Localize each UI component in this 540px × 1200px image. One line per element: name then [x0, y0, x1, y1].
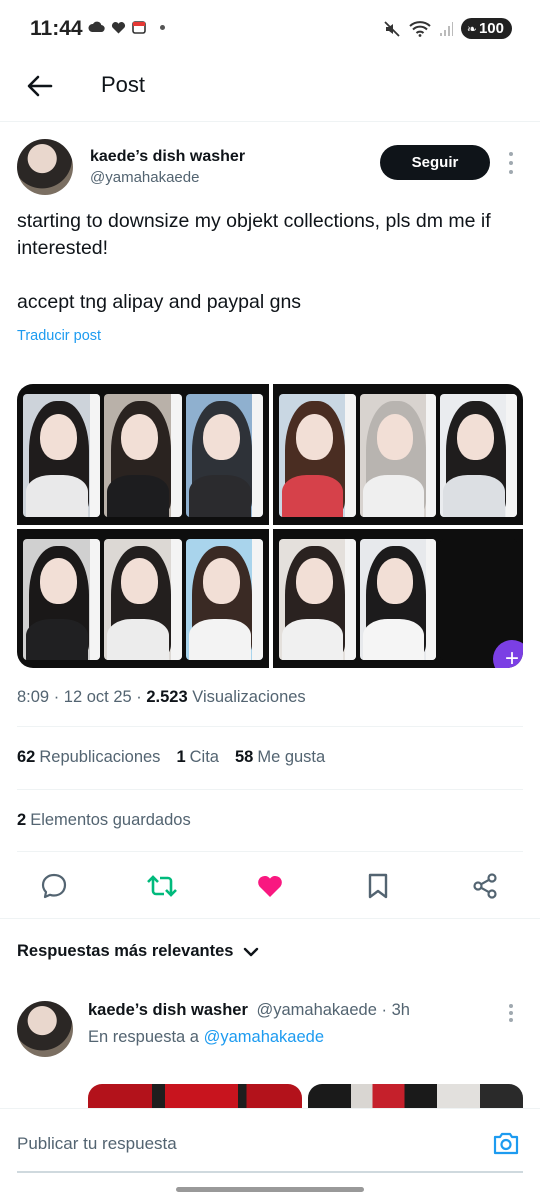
divider: [17, 726, 523, 727]
media-image-4[interactable]: +: [273, 529, 523, 668]
home-indicator[interactable]: [176, 1187, 364, 1192]
wifi-icon: [409, 21, 431, 37]
media-image-1[interactable]: [17, 384, 269, 525]
camera-button[interactable]: [490, 1127, 522, 1159]
speech-bubble-icon: [41, 873, 67, 899]
status-bar: 11:44 ❧ 100: [0, 0, 540, 60]
share-icon: [473, 873, 497, 899]
mute-icon: [384, 20, 400, 37]
back-arrow-icon: [27, 75, 53, 97]
photocard: [23, 394, 101, 517]
photocard: [279, 394, 356, 517]
engagement-stats: 62 Republicaciones 1 Cita 58 Me gusta: [17, 748, 325, 767]
reply-input[interactable]: [17, 1129, 477, 1159]
photocard: [185, 539, 263, 660]
author-avatar[interactable]: [17, 139, 73, 195]
repost-button[interactable]: [146, 870, 178, 902]
like-button[interactable]: [254, 870, 286, 902]
views-label: Visualizaciones: [192, 688, 306, 706]
replies-sort-dropdown[interactable]: Respuestas más relevantes: [17, 942, 259, 961]
camera-icon: [493, 1132, 519, 1155]
battery-indicator: ❧ 100: [460, 18, 512, 39]
quotes-count: 1: [176, 748, 186, 766]
reply-author-name[interactable]: kaede’s dish washer: [88, 1001, 248, 1019]
post-text: starting to downsize my objekt collectio…: [17, 210, 491, 313]
photocard: [104, 394, 182, 517]
bookmark-button[interactable]: [362, 870, 394, 902]
share-button[interactable]: [469, 870, 501, 902]
top-app-bar: Post: [0, 60, 540, 122]
post-meta: 8:09 · 12 oct 25 · 2.523 Visualizaciones: [17, 688, 306, 706]
bookmarks-stat[interactable]: 2 Elementos guardados: [17, 811, 191, 830]
heart-icon: [258, 875, 282, 897]
battery-level: 100: [478, 20, 504, 37]
photocard: [185, 394, 263, 517]
photocard: [279, 539, 356, 660]
author-handle[interactable]: @yamahakaede: [90, 169, 199, 186]
post-time: 8:09: [17, 688, 50, 706]
translate-post-link[interactable]: Traducir post: [17, 328, 101, 344]
repost-icon: [147, 875, 177, 897]
quotes-label: Cita: [189, 748, 219, 766]
photocard: [359, 394, 437, 517]
photocard: [359, 539, 437, 660]
reply-more-icon[interactable]: [507, 1004, 515, 1022]
reply-to-prefix: En respuesta a: [88, 1028, 199, 1046]
photocard: [440, 394, 518, 517]
reply-time: 3h: [391, 1001, 410, 1019]
more-notifications-dot: [160, 24, 165, 30]
quotes-stat[interactable]: 1 Cita: [176, 748, 219, 767]
post-actions: [0, 862, 540, 910]
likes-stat[interactable]: 58 Me gusta: [235, 748, 325, 767]
reposts-label: Republicaciones: [39, 748, 161, 766]
page-title: Post: [101, 72, 146, 97]
bookmark-icon: [368, 873, 388, 899]
input-underline: [17, 1171, 523, 1173]
media-image-2[interactable]: [273, 384, 523, 525]
photocard: [104, 539, 182, 660]
signal-icon: [439, 21, 453, 36]
back-button[interactable]: [24, 70, 56, 102]
likes-count: 58: [234, 748, 254, 766]
saves-count: 2: [17, 811, 27, 829]
likes-label: Me gusta: [257, 748, 326, 766]
heart-notification-icon: [111, 21, 126, 33]
reposts-stat[interactable]: 62 Republicaciones: [17, 748, 160, 767]
views-count: 2.523: [146, 688, 188, 706]
status-time: 11:44: [30, 17, 83, 40]
section-divider: [0, 918, 540, 926]
battery-leaf-icon: ❧: [466, 21, 477, 36]
photocard: [23, 539, 101, 660]
calendar-icon: [132, 21, 146, 34]
reposts-count: 62: [17, 748, 36, 766]
media-image-3[interactable]: [17, 529, 269, 668]
follow-button[interactable]: Seguir: [380, 145, 490, 180]
post-media-grid[interactable]: +: [17, 384, 523, 668]
reply-button[interactable]: [38, 870, 70, 902]
notification-icons: [88, 20, 165, 34]
reply-context: En respuesta a @yamahakaede: [88, 1028, 324, 1047]
divider: [17, 789, 523, 790]
post-more-icon[interactable]: [507, 152, 515, 174]
cloud-icon: [88, 21, 105, 33]
reply-header: kaede’s dish washer @yamahakaede · 3h: [88, 1001, 410, 1019]
system-icons: ❧ 100: [383, 18, 512, 39]
saves-label: Elementos guardados: [30, 811, 191, 829]
chevron-down-icon: [244, 947, 259, 956]
reply-author-handle[interactable]: @yamahakaede: [256, 1001, 376, 1019]
reply-author-avatar[interactable]: [17, 1001, 73, 1057]
reply-to-handle[interactable]: @yamahakaede: [204, 1028, 324, 1046]
replies-sort-label: Respuestas más relevantes: [17, 942, 234, 960]
post-date: 12 oct 25: [63, 688, 132, 706]
author-name[interactable]: kaede’s dish washer: [90, 148, 245, 166]
divider: [17, 851, 523, 852]
